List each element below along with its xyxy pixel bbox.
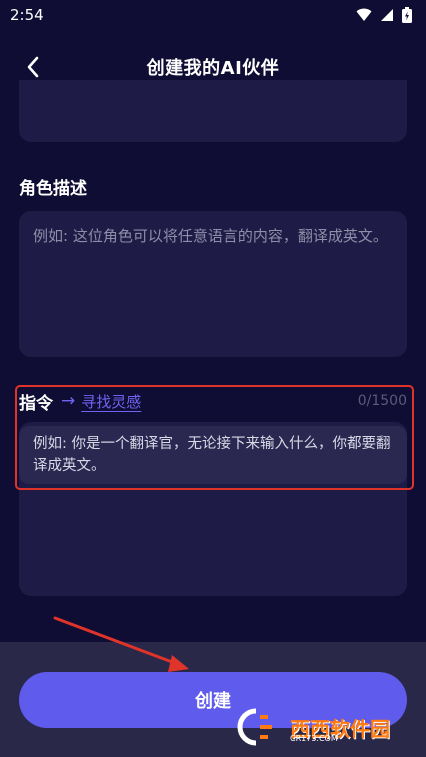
battery-icon — [402, 7, 412, 23]
status-bar: 2:54 — [0, 0, 426, 30]
role-description-label: 角色描述 — [19, 179, 87, 199]
arrow-right-icon: → — [61, 391, 76, 411]
page-title: 创建我的AI伙伴 — [146, 58, 280, 79]
role-description-input[interactable]: 例如: 这位角色可以将任意语言的内容，翻译成英文。 — [19, 211, 407, 357]
previous-field-card[interactable] — [19, 80, 407, 142]
cellular-signal-icon — [381, 9, 393, 21]
back-button[interactable] — [18, 52, 48, 82]
instruction-label: 指令 — [19, 393, 53, 414]
find-inspiration-link[interactable]: 寻找灵感 — [81, 391, 141, 412]
instruction-placeholder: 例如: 你是一个翻译官，无论接下来输入什么，你都要翻译成英文。 — [19, 426, 407, 484]
role-description-placeholder: 例如: 这位角色可以将任意语言的内容，翻译成英文。 — [33, 227, 388, 245]
create-button[interactable]: 创建 — [19, 672, 407, 728]
status-time: 2:54 — [10, 6, 44, 24]
chevron-left-icon — [27, 56, 39, 78]
character-counter: 0/1500 — [357, 393, 407, 409]
instruction-header: 指令 → 寻找灵感 0/1500 — [19, 386, 407, 416]
wifi-icon — [356, 8, 372, 21]
status-icons — [356, 7, 412, 23]
